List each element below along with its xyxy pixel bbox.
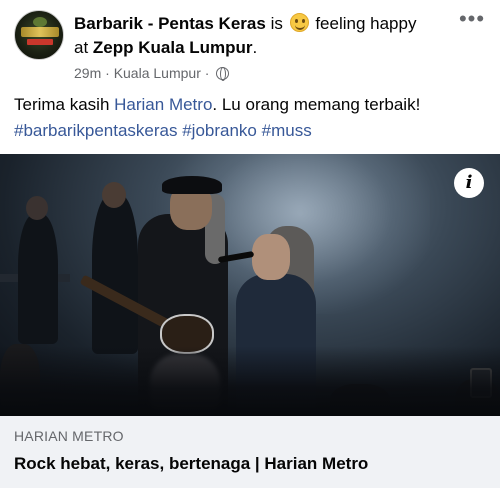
location-tag[interactable]: Zepp Kuala Lumpur (93, 38, 253, 57)
author-name[interactable]: Barbarik - Pentas Keras (74, 14, 266, 33)
post-time[interactable]: 29m (74, 65, 101, 81)
post-body: Terima kasih Harian Metro. Lu orang mema… (14, 92, 486, 144)
globe-icon[interactable] (216, 67, 230, 81)
background-musician-head (102, 182, 126, 208)
meta-separator: · (105, 65, 110, 81)
at-text: at (74, 38, 89, 57)
link-domain: HARIAN METRO (14, 428, 124, 444)
feed-post: Barbarik - Pentas Keras is feeling happy… (0, 0, 500, 488)
info-icon[interactable]: i (454, 168, 484, 198)
avatar-logo-accent (27, 39, 53, 45)
meta-separator-2: · (204, 65, 210, 81)
background-musician-head (26, 196, 48, 220)
guitarist-hat (162, 176, 222, 194)
hashtag-link[interactable]: #barbarikpentaskeras (14, 121, 177, 140)
hashtag-link[interactable]: #muss (262, 121, 312, 140)
feeling-text: feeling happy (315, 14, 417, 33)
crowd-shadow (0, 346, 500, 416)
happy-emoji-icon (289, 13, 309, 32)
background-musician (92, 194, 138, 354)
hashtag-link[interactable]: #jobranko (182, 121, 257, 140)
post-title-line: Barbarik - Pentas Keras is feeling happy… (74, 12, 454, 60)
mention-link[interactable]: Harian Metro (114, 95, 212, 114)
location-period: . (252, 38, 258, 57)
link-preview-card[interactable]: HARIAN METRO Rock hebat, keras, bertenag… (0, 416, 500, 488)
post-header: Barbarik - Pentas Keras is feeling happy… (14, 8, 486, 86)
singer-head (252, 234, 290, 280)
background-musician (18, 214, 58, 344)
post-place[interactable]: Kuala Lumpur (114, 65, 201, 81)
avatar-logo-mark (33, 17, 47, 27)
post-meta: 29m · Kuala Lumpur · (74, 64, 230, 82)
is-text: is (270, 14, 283, 33)
link-title[interactable]: Rock hebat, keras, bertenaga | Harian Me… (14, 454, 368, 474)
post-photo[interactable]: i (0, 154, 500, 416)
body-text-end: . Lu orang memang terbaik! (212, 95, 421, 114)
avatar-logo-band (21, 27, 59, 37)
more-options-button[interactable]: ••• (458, 8, 486, 30)
page-avatar[interactable] (14, 10, 64, 60)
body-text-start: Terima kasih (14, 95, 115, 114)
